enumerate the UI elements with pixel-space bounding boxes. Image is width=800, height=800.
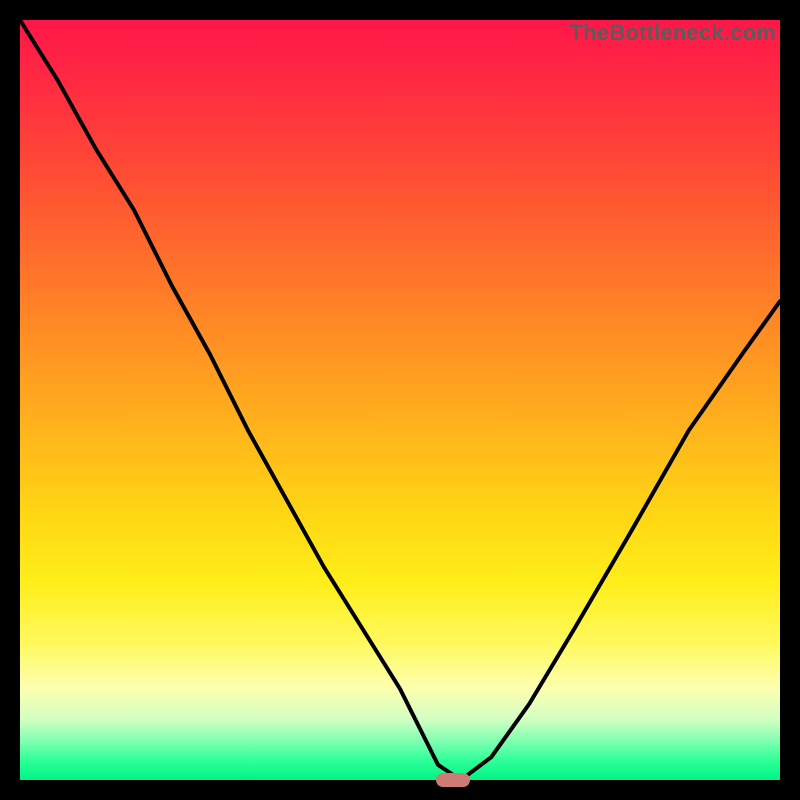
bottleneck-curve [20, 20, 780, 780]
optimum-marker [436, 773, 470, 787]
chart-frame: TheBottleneck.com [0, 0, 800, 800]
plot-area: TheBottleneck.com [20, 20, 780, 780]
curve-path [20, 20, 780, 780]
